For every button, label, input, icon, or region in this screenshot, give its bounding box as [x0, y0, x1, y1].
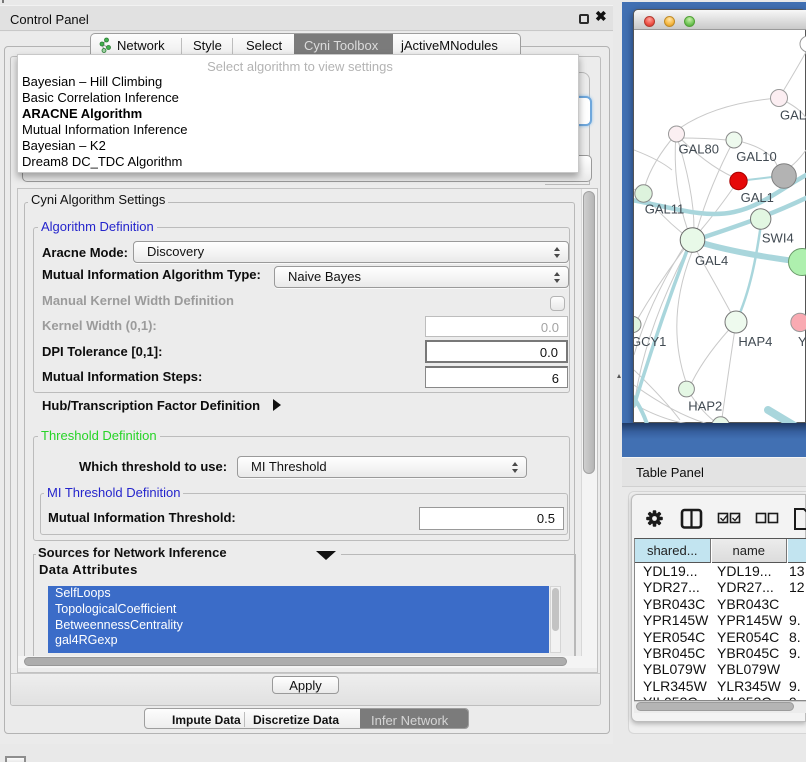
svg-text:GAL7: GAL7 — [780, 108, 806, 123]
svg-text:HAP2: HAP2 — [688, 399, 722, 414]
svg-text:GCY1: GCY1 — [634, 334, 666, 349]
svg-text:GAL10: GAL10 — [736, 149, 776, 164]
svg-text:GAL1: GAL1 — [741, 190, 774, 205]
svg-text:Y: Y — [798, 334, 806, 349]
svg-text:SWI4: SWI4 — [762, 231, 794, 246]
svg-text:HAP4: HAP4 — [738, 334, 772, 349]
svg-text:GAL4: GAL4 — [695, 253, 728, 268]
svg-text:GAL80: GAL80 — [679, 142, 719, 157]
svg-text:GAL11: GAL11 — [645, 202, 685, 217]
